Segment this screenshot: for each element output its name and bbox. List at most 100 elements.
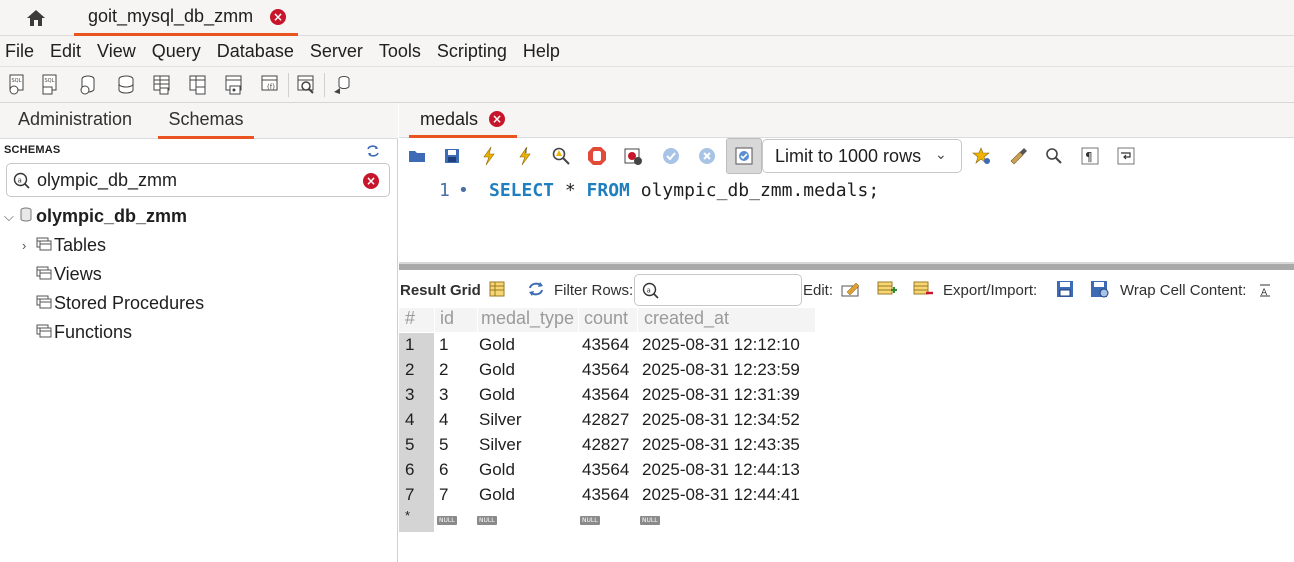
import-icon[interactable]: [1089, 279, 1111, 299]
create-procedure-icon[interactable]: [222, 73, 246, 97]
reconnect-icon[interactable]: [330, 73, 354, 97]
tab-schemas[interactable]: Schemas: [158, 109, 254, 139]
toggle-stop-on-error-icon[interactable]: [621, 144, 645, 168]
find-icon[interactable]: [1042, 144, 1066, 168]
clear-search-icon[interactable]: ×: [363, 173, 379, 189]
table-cell-medal-type[interactable]: Gold: [479, 458, 515, 483]
table-cell-id[interactable]: 6: [439, 458, 448, 483]
new-sql-tab-icon[interactable]: SQL: [5, 73, 29, 97]
beautify-icon[interactable]: [1006, 144, 1030, 168]
row-number[interactable]: 7: [399, 483, 434, 508]
add-snippet-icon[interactable]: [970, 144, 994, 168]
home-icon[interactable]: [22, 6, 50, 30]
execute-current-icon[interactable]: I: [513, 144, 537, 168]
column-header-created-at[interactable]: created_at: [638, 308, 815, 332]
result-grid[interactable]: # id medal_type count created_at 1 1 Gol…: [399, 308, 1294, 562]
wrap-text-icon[interactable]: A: [1255, 280, 1275, 300]
null-badge[interactable]: NULL: [477, 516, 497, 525]
table-cell-id[interactable]: 3: [439, 383, 448, 408]
query-tab-medals[interactable]: medals ×: [409, 103, 517, 138]
chevron-right-icon[interactable]: ›: [22, 238, 36, 253]
table-cell-created-at[interactable]: 2025-08-31 12:23:59: [642, 358, 800, 383]
row-number[interactable]: 1: [399, 333, 434, 358]
refresh-schemas-icon[interactable]: [366, 144, 382, 158]
stop-icon[interactable]: [585, 144, 609, 168]
word-wrap-icon[interactable]: [1114, 144, 1138, 168]
sql-editor[interactable]: 1 • SELECT * FROM olympic_db_zmm.medals;: [399, 174, 1294, 262]
table-cell-created-at[interactable]: 2025-08-31 12:44:41: [642, 483, 800, 508]
menu-help[interactable]: Help: [523, 41, 560, 62]
menu-file[interactable]: File: [5, 41, 34, 62]
table-cell-created-at[interactable]: 2025-08-31 12:43:35: [642, 433, 800, 458]
search-table-data-icon[interactable]: [294, 73, 318, 97]
table-cell-id[interactable]: 7: [439, 483, 448, 508]
table-cell-count[interactable]: 43564: [582, 383, 629, 408]
add-row-icon[interactable]: [876, 279, 898, 299]
autocommit-toggle-icon[interactable]: [726, 138, 762, 174]
edit-row-icon[interactable]: [840, 279, 862, 299]
invisible-characters-icon[interactable]: ¶: [1078, 144, 1102, 168]
table-cell-id[interactable]: 1: [439, 333, 448, 358]
null-badge[interactable]: NULL: [437, 516, 457, 525]
column-header-id[interactable]: id: [435, 308, 477, 332]
table-cell-id[interactable]: 4: [439, 408, 448, 433]
editor-results-splitter[interactable]: [399, 262, 1294, 270]
close-query-tab-icon[interactable]: ×: [489, 111, 505, 127]
tree-item-functions[interactable]: Functions: [36, 322, 132, 343]
refresh-icon[interactable]: [525, 279, 547, 299]
schema-tree-node[interactable]: ⌵ olympic_db_zmm: [4, 206, 187, 227]
table-cell-created-at[interactable]: 2025-08-31 12:44:13: [642, 458, 800, 483]
table-cell-count[interactable]: 43564: [582, 358, 629, 383]
row-number[interactable]: 6: [399, 458, 434, 483]
save-icon[interactable]: [440, 144, 464, 168]
create-schema-icon[interactable]: [114, 73, 138, 97]
table-cell-created-at[interactable]: 2025-08-31 12:34:52: [642, 408, 800, 433]
table-cell-created-at[interactable]: 2025-08-31 12:12:10: [642, 333, 800, 358]
table-cell-medal-type[interactable]: Silver: [479, 408, 522, 433]
delete-row-icon[interactable]: [912, 279, 934, 299]
tree-item-views[interactable]: Views: [36, 264, 102, 285]
table-cell-medal-type[interactable]: Gold: [479, 333, 515, 358]
menu-query[interactable]: Query: [152, 41, 201, 62]
chevron-down-icon[interactable]: ⌵: [4, 209, 18, 225]
limit-rows-select[interactable]: Limit to 1000 rows ⌄: [762, 139, 962, 173]
table-cell-count[interactable]: 43564: [582, 333, 629, 358]
table-cell-count[interactable]: 42827: [582, 408, 629, 433]
table-cell-count[interactable]: 43564: [582, 483, 629, 508]
table-cell-medal-type[interactable]: Gold: [479, 483, 515, 508]
commit-icon[interactable]: [659, 144, 683, 168]
tab-administration[interactable]: Administration: [18, 109, 132, 130]
table-cell-id[interactable]: 5: [439, 433, 448, 458]
menu-view[interactable]: View: [97, 41, 136, 62]
export-icon[interactable]: [1054, 279, 1076, 299]
row-number[interactable]: 4: [399, 408, 434, 433]
row-number[interactable]: 3: [399, 383, 434, 408]
filter-rows-input[interactable]: a: [634, 274, 802, 306]
menu-database[interactable]: Database: [217, 41, 294, 62]
menu-edit[interactable]: Edit: [50, 41, 81, 62]
table-cell-count[interactable]: 43564: [582, 458, 629, 483]
table-cell-created-at[interactable]: 2025-08-31 12:31:39: [642, 383, 800, 408]
tree-item-tables[interactable]: › Tables: [22, 235, 106, 256]
rollback-icon[interactable]: [695, 144, 719, 168]
create-view-icon[interactable]: [186, 73, 210, 97]
execute-icon[interactable]: [477, 144, 501, 168]
menu-scripting[interactable]: Scripting: [437, 41, 507, 62]
grid-view-icon[interactable]: [487, 279, 507, 299]
create-function-icon[interactable]: (f): [258, 73, 282, 97]
menu-server[interactable]: Server: [310, 41, 363, 62]
column-header-count[interactable]: count: [579, 308, 637, 332]
column-header-medal-type[interactable]: medal_type: [478, 308, 578, 332]
create-table-icon[interactable]: [150, 73, 174, 97]
menu-tools[interactable]: Tools: [379, 41, 421, 62]
new-row-marker[interactable]: *: [399, 508, 434, 532]
tree-item-stored-procedures[interactable]: Stored Procedures: [36, 293, 204, 314]
connection-tab[interactable]: goit_mysql_db_zmm ×: [74, 0, 298, 36]
table-cell-count[interactable]: 42827: [582, 433, 629, 458]
table-cell-medal-type[interactable]: Gold: [479, 358, 515, 383]
explain-icon[interactable]: [549, 144, 573, 168]
close-connection-tab-icon[interactable]: ×: [270, 9, 286, 25]
table-cell-medal-type[interactable]: Silver: [479, 433, 522, 458]
null-badge[interactable]: NULL: [580, 516, 600, 525]
table-cell-medal-type[interactable]: Gold: [479, 383, 515, 408]
